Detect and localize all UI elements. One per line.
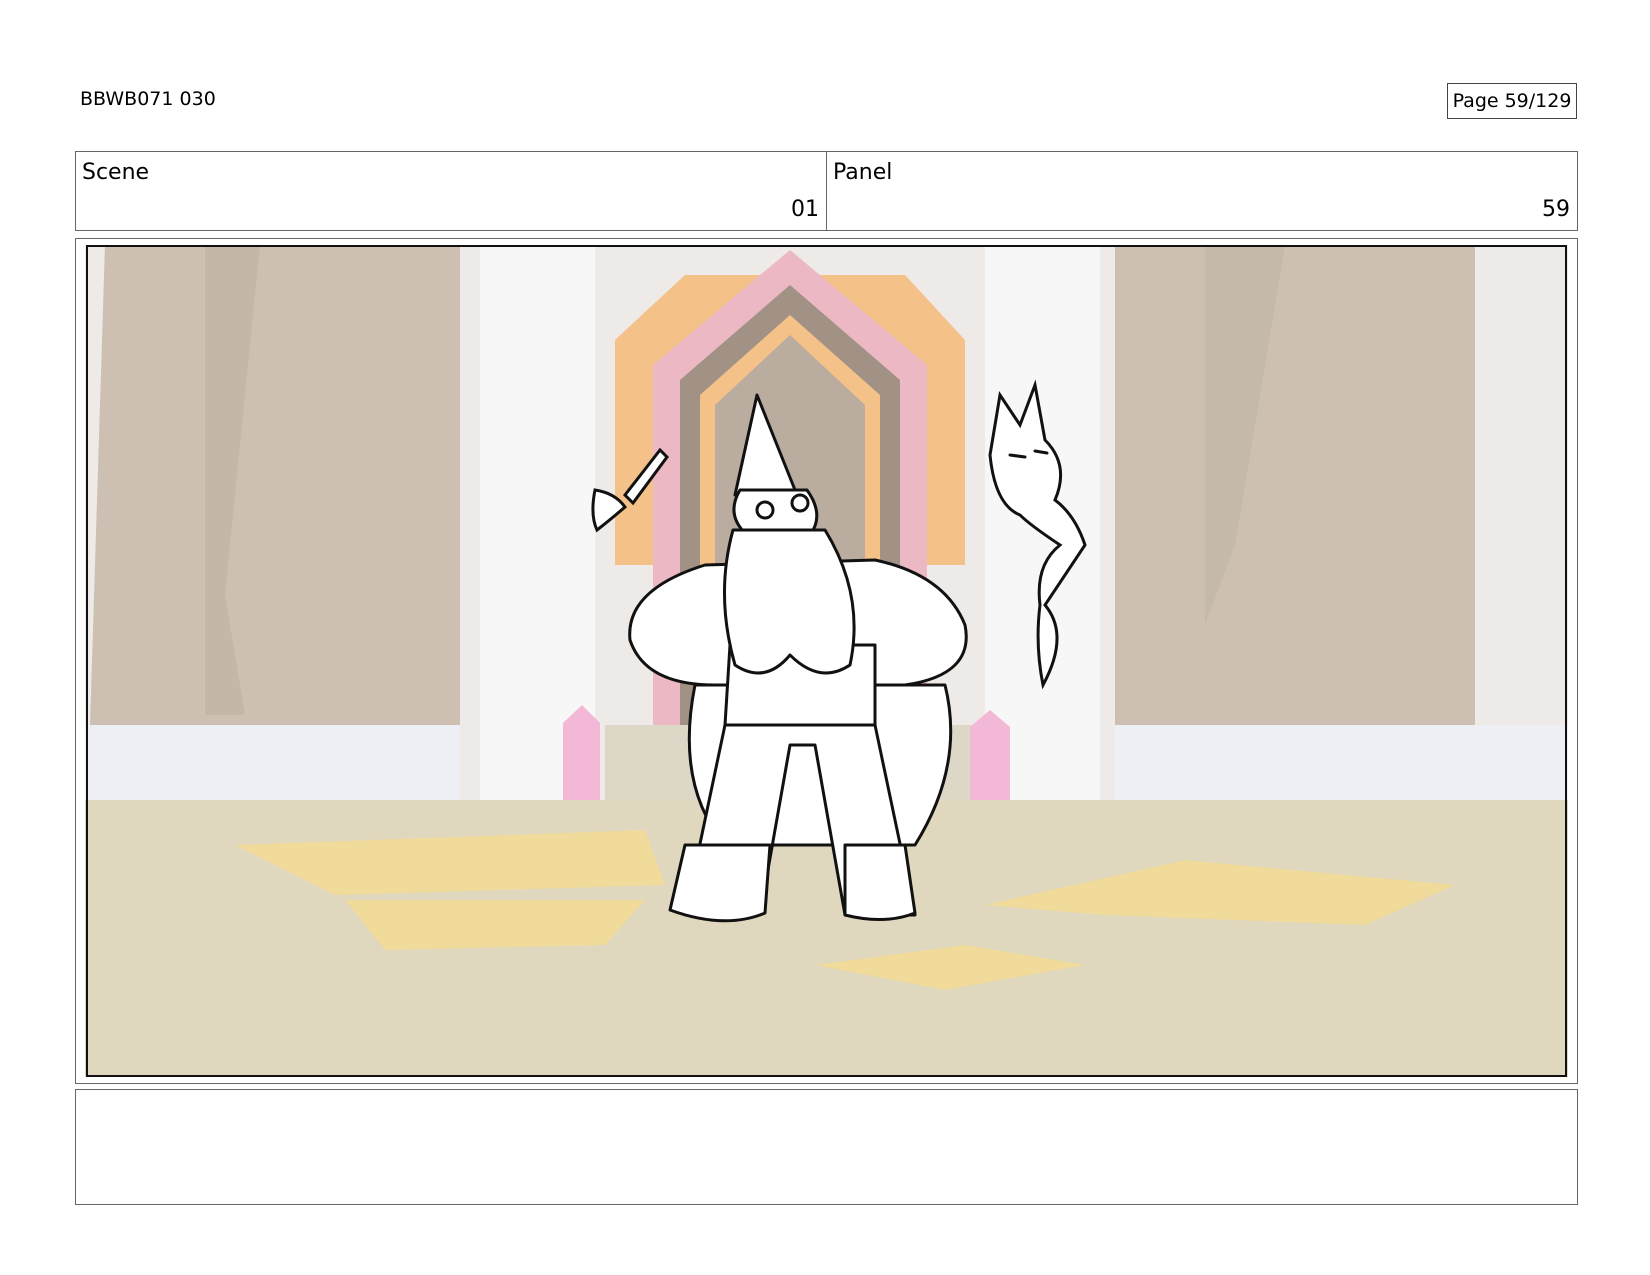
- scene-cell: Scene 01: [76, 152, 826, 230]
- scene-label: Scene: [82, 160, 150, 185]
- page-label: Page: [1452, 90, 1499, 112]
- notes-box: [75, 1089, 1578, 1205]
- storyboard-artwork: [85, 245, 1568, 1077]
- page-number: 59/129: [1504, 90, 1572, 112]
- gnome-eye-right: [790, 493, 810, 513]
- panel-cell: Panel 59: [826, 152, 1577, 230]
- production-code: BBWB071 030: [80, 88, 216, 110]
- panel-number: 59: [1542, 197, 1570, 222]
- page-indicator: Page 59/129: [1447, 83, 1577, 119]
- gnome-beard: [723, 528, 856, 675]
- scene-panel-row: Scene 01 Panel 59: [75, 151, 1578, 231]
- scene-number: 01: [791, 197, 819, 222]
- panel-label: Panel: [833, 160, 893, 185]
- gnome-eye-left: [755, 500, 775, 520]
